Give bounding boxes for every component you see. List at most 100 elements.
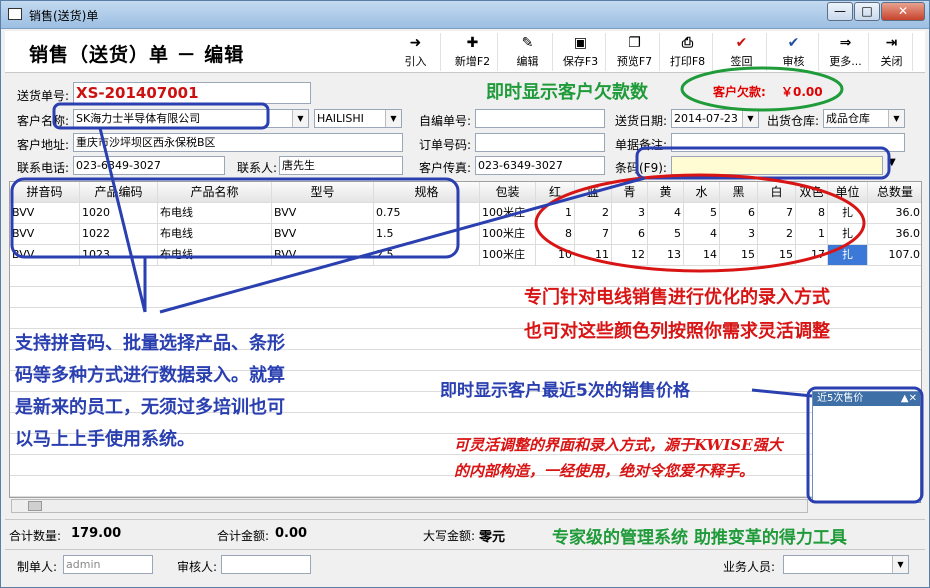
column-header[interactable]: 产品名称 [158,182,272,202]
table-cell[interactable]: 1 [536,203,575,223]
table-cell[interactable]: 15 [720,245,758,265]
table-cell[interactable]: 1 [796,224,828,244]
toolbar-edit-button[interactable]: ✎ 编辑 [503,33,553,71]
table-cell[interactable]: 6 [612,224,648,244]
sales-select[interactable]: ▼ [783,555,909,574]
column-header[interactable]: 型号 [272,182,374,202]
table-cell[interactable]: 1020 [80,203,158,223]
table-cell[interactable]: 3 [612,203,648,223]
dropdown-arrow-icon[interactable]: ▼ [888,157,896,168]
column-header[interactable]: 水 [684,182,720,202]
customer-select[interactable]: SK海力士半导体有限公司 ▼ [73,109,309,128]
table-cell[interactable]: 15 [758,245,796,265]
toolbar-more-button[interactable]: ⇒ 更多... [823,33,869,71]
chevron-down-icon[interactable]: ▼ [888,110,904,127]
table-cell[interactable]: BVV [10,224,80,244]
table-cell[interactable]: 0.75 [374,203,480,223]
table-cell[interactable]: BVV [10,203,80,223]
table-cell[interactable]: 14 [684,245,720,265]
column-header[interactable]: 红 [536,182,575,202]
column-header[interactable]: 蓝 [575,182,612,202]
table-cell[interactable]: 2 [575,203,612,223]
maker-input[interactable]: admin [63,555,153,574]
column-header[interactable]: 白 [758,182,796,202]
self-no-input[interactable] [475,109,605,128]
contact-input[interactable]: 唐先生 [279,156,403,175]
table-cell[interactable]: 1.5 [374,224,480,244]
table-row[interactable]: BVV 1023 布电线 BVV 2.5 100米庄 10 11 12 13 14 15 15 17 扎 10… [10,245,921,266]
table-cell[interactable]: 5 [648,224,684,244]
date-picker[interactable]: 2014-07-23 ▼ [671,109,759,128]
table-row[interactable]: BVV 1020 布电线 BVV 0.75 100米庄 1 2 3 4 5 6 7 8 扎 36.0 [10,203,921,224]
toolbar-print-button[interactable]: ⎙ 打印F8 [663,33,713,71]
column-header[interactable]: 单位 [828,182,868,202]
table-cell[interactable]: 扎 [828,203,868,223]
chevron-down-icon[interactable]: ▼ [385,110,401,127]
table-cell[interactable]: BVV [272,245,374,265]
minimize-button[interactable]: — [827,2,853,21]
chevron-down-icon[interactable]: ▼ [742,110,758,127]
table-cell[interactable]: 布电线 [158,203,272,223]
table-cell[interactable]: 布电线 [158,224,272,244]
column-header[interactable]: 规格 [374,182,480,202]
table-cell[interactable]: 3 [720,224,758,244]
horizontal-scrollbar[interactable] [11,499,808,513]
table-cell[interactable]: BVV [10,245,80,265]
table-cell[interactable]: 4 [648,203,684,223]
close-window-button[interactable]: ✕ [881,2,925,21]
table-cell[interactable]: 12 [612,245,648,265]
toolbar-audit-button[interactable]: ✔ 审核 [769,33,819,71]
table-cell[interactable]: 布电线 [158,245,272,265]
address-input[interactable]: 重庆市沙坪坝区西永保税B区 [73,133,403,152]
order-code-input[interactable] [475,133,605,152]
phone-input[interactable]: 023-6349-3027 [73,156,225,175]
barcode-input[interactable] [671,156,883,175]
auditor-input[interactable] [221,555,311,574]
toolbar-save-button[interactable]: ▣ 保存F3 [556,33,606,71]
table-cell[interactable]: 5 [684,203,720,223]
table-cell[interactable]: 7 [758,203,796,223]
table-cell[interactable]: 11 [575,245,612,265]
column-header[interactable]: 总数量 [868,182,921,202]
table-cell[interactable]: BVV [272,224,374,244]
order-no-input[interactable]: XS-201407001 [73,82,311,104]
table-cell[interactable]: 1022 [80,224,158,244]
scrollbar-thumb[interactable] [28,501,42,511]
table-cell[interactable]: 8 [536,224,575,244]
table-cell[interactable]: 4 [684,224,720,244]
column-header[interactable]: 双色 [796,182,828,202]
table-cell[interactable]: 36.0 [868,203,921,223]
table-cell[interactable]: 1023 [80,245,158,265]
table-cell[interactable]: 13 [648,245,684,265]
table-cell[interactable]: 17 [796,245,828,265]
table-cell[interactable]: 107.0 [868,245,921,265]
table-cell[interactable]: 36.0 [868,224,921,244]
chevron-down-icon[interactable]: ▼ [892,556,908,573]
table-cell[interactable]: 100米庄 [480,203,536,223]
table-cell[interactable]: BVV [272,203,374,223]
column-header[interactable]: 黄 [648,182,684,202]
column-header[interactable]: 黑 [720,182,758,202]
table-cell[interactable]: 100米庄 [480,245,536,265]
panel-pin-icon[interactable]: ▲✕ [901,392,917,406]
warehouse-select[interactable]: 成品仓库 ▼ [823,109,905,128]
table-cell[interactable]: 6 [720,203,758,223]
toolbar-preview-button[interactable]: ❐ 预览F7 [610,33,660,71]
toolbar-close-button[interactable]: ⇥ 关闭 [871,33,913,71]
toolbar-new-button[interactable]: ✚ 新增F2 [448,33,498,71]
maximize-button[interactable]: □ [854,2,880,21]
fax-input[interactable]: 023-6349-3027 [475,156,605,175]
table-row[interactable]: BVV 1022 布电线 BVV 1.5 100米庄 8 7 6 5 4 3 2 1 扎 36.0 [10,224,921,245]
table-cell[interactable]: 扎 [828,245,868,265]
table-cell[interactable]: 8 [796,203,828,223]
customer-code-select[interactable]: HAILISHI ▼ [314,109,402,128]
column-header[interactable]: 青 [612,182,648,202]
toolbar-import-button[interactable]: ➜ 引入 [391,33,441,71]
table-cell[interactable]: 2 [758,224,796,244]
remark-input[interactable] [671,133,905,152]
table-cell[interactable]: 100米庄 [480,224,536,244]
table-cell[interactable]: 扎 [828,224,868,244]
column-header[interactable]: 包装 [480,182,536,202]
table-cell[interactable]: 10 [536,245,575,265]
column-header[interactable]: 产品编码 [80,182,158,202]
